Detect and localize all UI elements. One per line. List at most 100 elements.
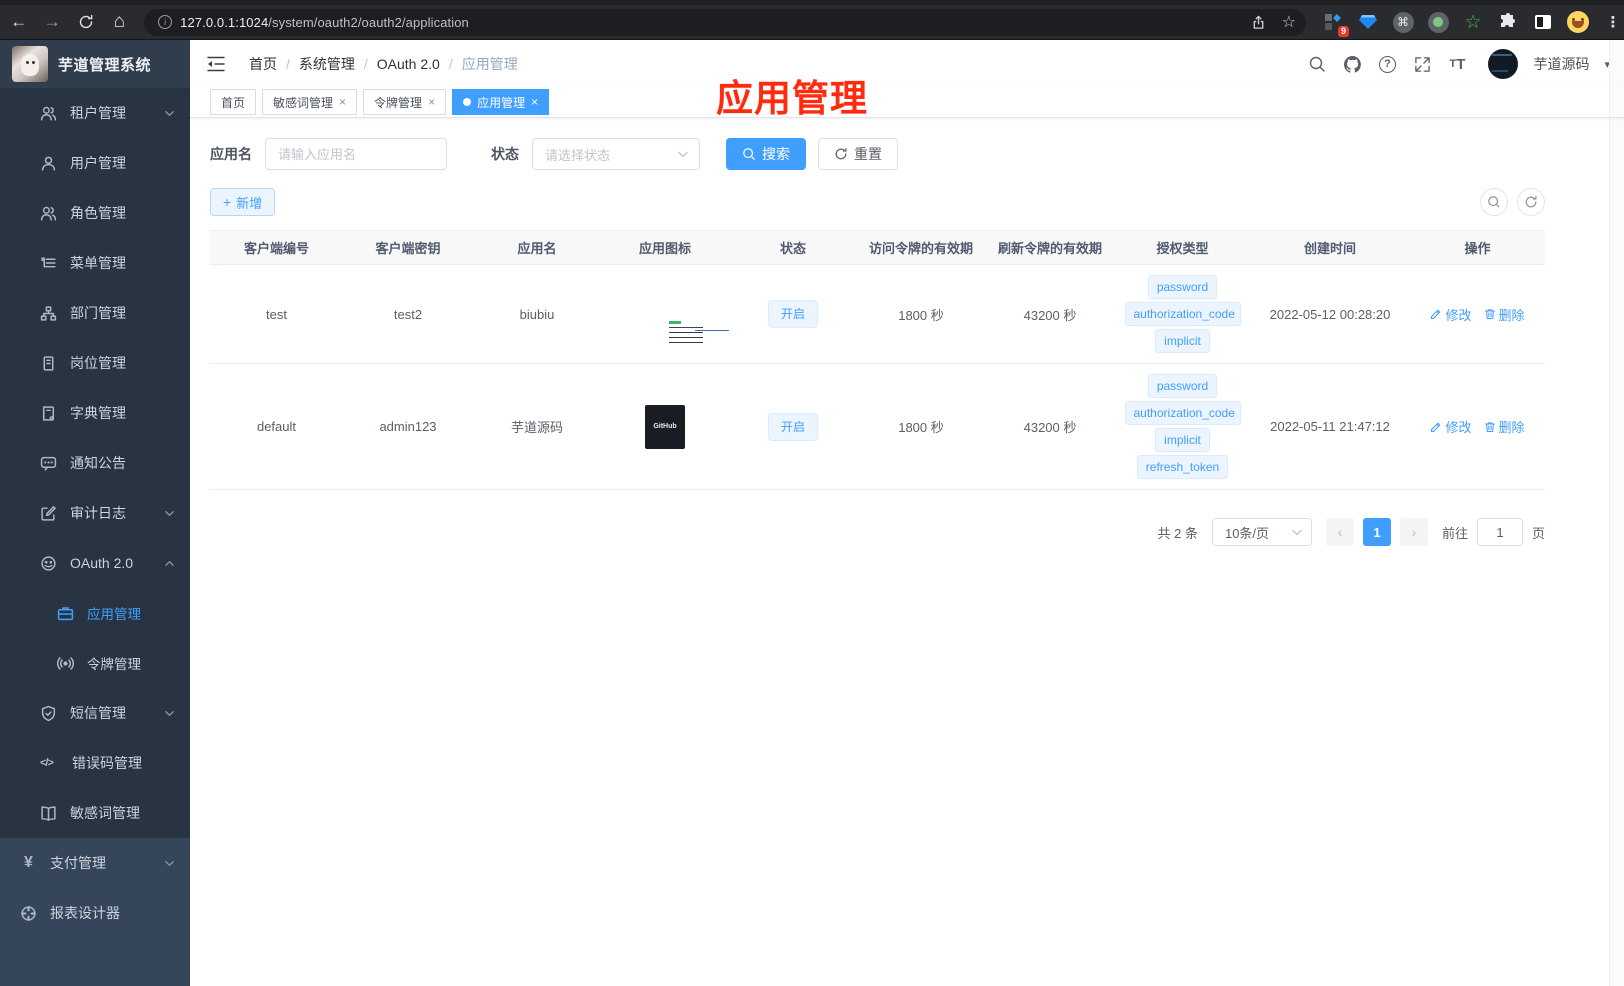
close-icon[interactable]: ×	[531, 95, 538, 109]
grant-tag: authorization_code	[1124, 401, 1241, 425]
sidebar-item-user[interactable]: 用户管理	[0, 138, 190, 188]
puzzle-extensions-icon[interactable]	[1497, 11, 1519, 33]
applications-table: 客户端编号 客户端密钥 应用名 应用图标 状态 访问令牌的有效期 刷新令牌的有效…	[210, 230, 1545, 490]
col-app-name: 应用名	[473, 230, 601, 265]
cell-created: 2022-05-12 00:28:20	[1250, 264, 1410, 364]
user-icon	[41, 156, 56, 171]
sidebar-item-tenant[interactable]: 租户管理	[0, 88, 190, 138]
sidebar-item-menu[interactable]: 菜单管理	[0, 238, 190, 288]
sidebar-item-sms[interactable]: 短信管理	[0, 688, 190, 738]
font-size-button[interactable]: TT	[1447, 54, 1467, 74]
tab-sensitive-word[interactable]: 敏感词管理 ×	[262, 89, 358, 115]
fullscreen-button[interactable]	[1412, 54, 1432, 74]
url-bar[interactable]: i 127.0.0.1:1024/system/oauth2/oauth2/ap…	[144, 8, 1306, 36]
sidebar-item-audit[interactable]: 审计日志	[0, 488, 190, 538]
close-icon[interactable]: ×	[339, 95, 346, 109]
add-button[interactable]: + 新增	[210, 188, 276, 216]
sidebar-item-notice[interactable]: 通知公告	[0, 438, 190, 488]
search-button[interactable]: 搜索	[726, 138, 806, 170]
refresh-icon	[1525, 195, 1537, 208]
browser-home-button[interactable]: ⌂	[105, 8, 135, 36]
gem-extension-icon[interactable]	[1357, 11, 1379, 33]
browser-back-button[interactable]: ←	[4, 8, 34, 36]
sidebar-item-dept[interactable]: 部门管理	[0, 288, 190, 338]
sidebar-item-label: 敏感词管理	[70, 805, 140, 821]
browser-extensions: 9 ⌘ ☆ ⋮	[1322, 11, 1624, 37]
sidebar-item-oauth-token[interactable]: 令牌管理	[0, 638, 190, 688]
goto-page-input[interactable]	[1476, 518, 1523, 546]
sidebar-item-errorcode[interactable]: </> 错误码管理	[0, 738, 190, 788]
green-star-extension-icon[interactable]: ☆	[1462, 11, 1484, 33]
recorder-extension-icon[interactable]	[1427, 11, 1449, 33]
dictionary-icon	[42, 405, 55, 421]
reset-button[interactable]: 重置	[818, 138, 898, 170]
app-name-input[interactable]	[265, 138, 447, 170]
bookmark-star-icon[interactable]: ☆	[1282, 12, 1296, 32]
tabs-grid-extension-icon[interactable]: 9	[1322, 11, 1349, 37]
collapse-sidebar-icon[interactable]	[205, 53, 227, 75]
delete-link[interactable]: 删除	[1484, 305, 1525, 324]
close-icon[interactable]: ×	[428, 95, 435, 109]
browser-reload-button[interactable]	[71, 8, 101, 36]
app-logo[interactable]: 芋道管理系统	[0, 40, 190, 88]
username[interactable]: 芋道源码	[1533, 54, 1589, 74]
breadcrumb-home[interactable]: 首页	[249, 54, 277, 74]
app-title: 芋道管理系统	[58, 56, 152, 74]
site-info-icon[interactable]: i	[158, 15, 173, 29]
prev-page-button[interactable]: ‹	[1325, 518, 1354, 546]
sidebar-item-report-designer[interactable]: 报表设计器	[0, 888, 190, 938]
page-1-button[interactable]: 1	[1362, 518, 1391, 546]
breadcrumb-system[interactable]: 系统管理	[299, 54, 355, 74]
github-icon	[1343, 55, 1361, 73]
sidebar-item-oauth-application[interactable]: 应用管理	[0, 588, 190, 638]
split-view-extension-icon[interactable]	[1532, 11, 1554, 33]
tab-application[interactable]: 应用管理 ×	[452, 89, 550, 115]
cell-secret: test2	[343, 264, 473, 364]
cell-refresh-ttl: 43200 秒	[985, 363, 1115, 490]
tab-token[interactable]: 令牌管理 ×	[363, 89, 447, 115]
sidebar-item-oauth[interactable]: OAuth 2.0	[0, 538, 190, 588]
page-size-select[interactable]: 10条/页	[1211, 518, 1312, 546]
github-button[interactable]	[1342, 54, 1362, 74]
refresh-table-button[interactable]	[1517, 188, 1545, 216]
browser-menu-button[interactable]: ⋮	[1602, 11, 1624, 33]
tab-label: 令牌管理	[374, 95, 423, 110]
breadcrumb-oauth[interactable]: OAuth 2.0	[377, 56, 440, 72]
status-select[interactable]: 请选择状态	[532, 138, 700, 170]
emoji-extension-icon[interactable]	[1567, 11, 1589, 33]
sidebar-item-pay[interactable]: ¥ 支付管理	[0, 838, 190, 888]
breadcrumb-separator: /	[286, 56, 290, 72]
sidebar-item-post[interactable]: 岗位管理	[0, 338, 190, 388]
browser-forward-button[interactable]: →	[38, 8, 68, 36]
show-search-button[interactable]	[1480, 188, 1508, 216]
sidebar-item-role[interactable]: 角色管理	[0, 188, 190, 238]
cell-app-name: 芋道源码	[473, 363, 601, 490]
sidebar-base-group: ¥ 支付管理 报表设计器	[0, 838, 190, 986]
col-client-id: 客户端编号	[210, 230, 343, 265]
user-avatar[interactable]	[1488, 49, 1519, 79]
sidebar-item-label: 用户管理	[70, 155, 126, 171]
scrollbar-gutter[interactable]	[1609, 40, 1624, 986]
filter-form: 应用名 状态 请选择状态 搜索 重置	[210, 138, 1565, 170]
sidebar-item-label: 菜单管理	[70, 255, 126, 271]
page-url: 127.0.0.1:1024/system/oauth2/oauth2/appl…	[180, 15, 469, 30]
tab-home[interactable]: 首页	[210, 89, 257, 115]
help-button[interactable]: ?	[1377, 54, 1397, 74]
edit-link[interactable]: 修改	[1430, 417, 1472, 436]
sidebar-item-label: 通知公告	[70, 455, 126, 471]
breadcrumb-separator: /	[363, 56, 368, 72]
edit-link[interactable]: 修改	[1430, 305, 1472, 324]
sidebar-item-dict[interactable]: 字典管理	[0, 388, 190, 438]
grant-tag: password	[1147, 275, 1218, 299]
chevron-down-icon	[165, 510, 174, 516]
menu-tree-icon	[41, 256, 56, 267]
delete-link[interactable]: 删除	[1484, 417, 1525, 436]
grant-tag: password	[1147, 374, 1218, 398]
sidebar-item-sensitive-word[interactable]: 敏感词管理	[0, 788, 190, 838]
browser-chrome: ← → ⌂ i 127.0.0.1:1024/system/oauth2/oau…	[0, 0, 1624, 40]
next-page-button[interactable]: ›	[1399, 518, 1428, 546]
command-extension-icon[interactable]: ⌘	[1392, 11, 1414, 33]
header-search-button[interactable]	[1307, 54, 1327, 74]
share-icon[interactable]	[1251, 15, 1266, 30]
chevron-up-icon	[165, 560, 174, 566]
